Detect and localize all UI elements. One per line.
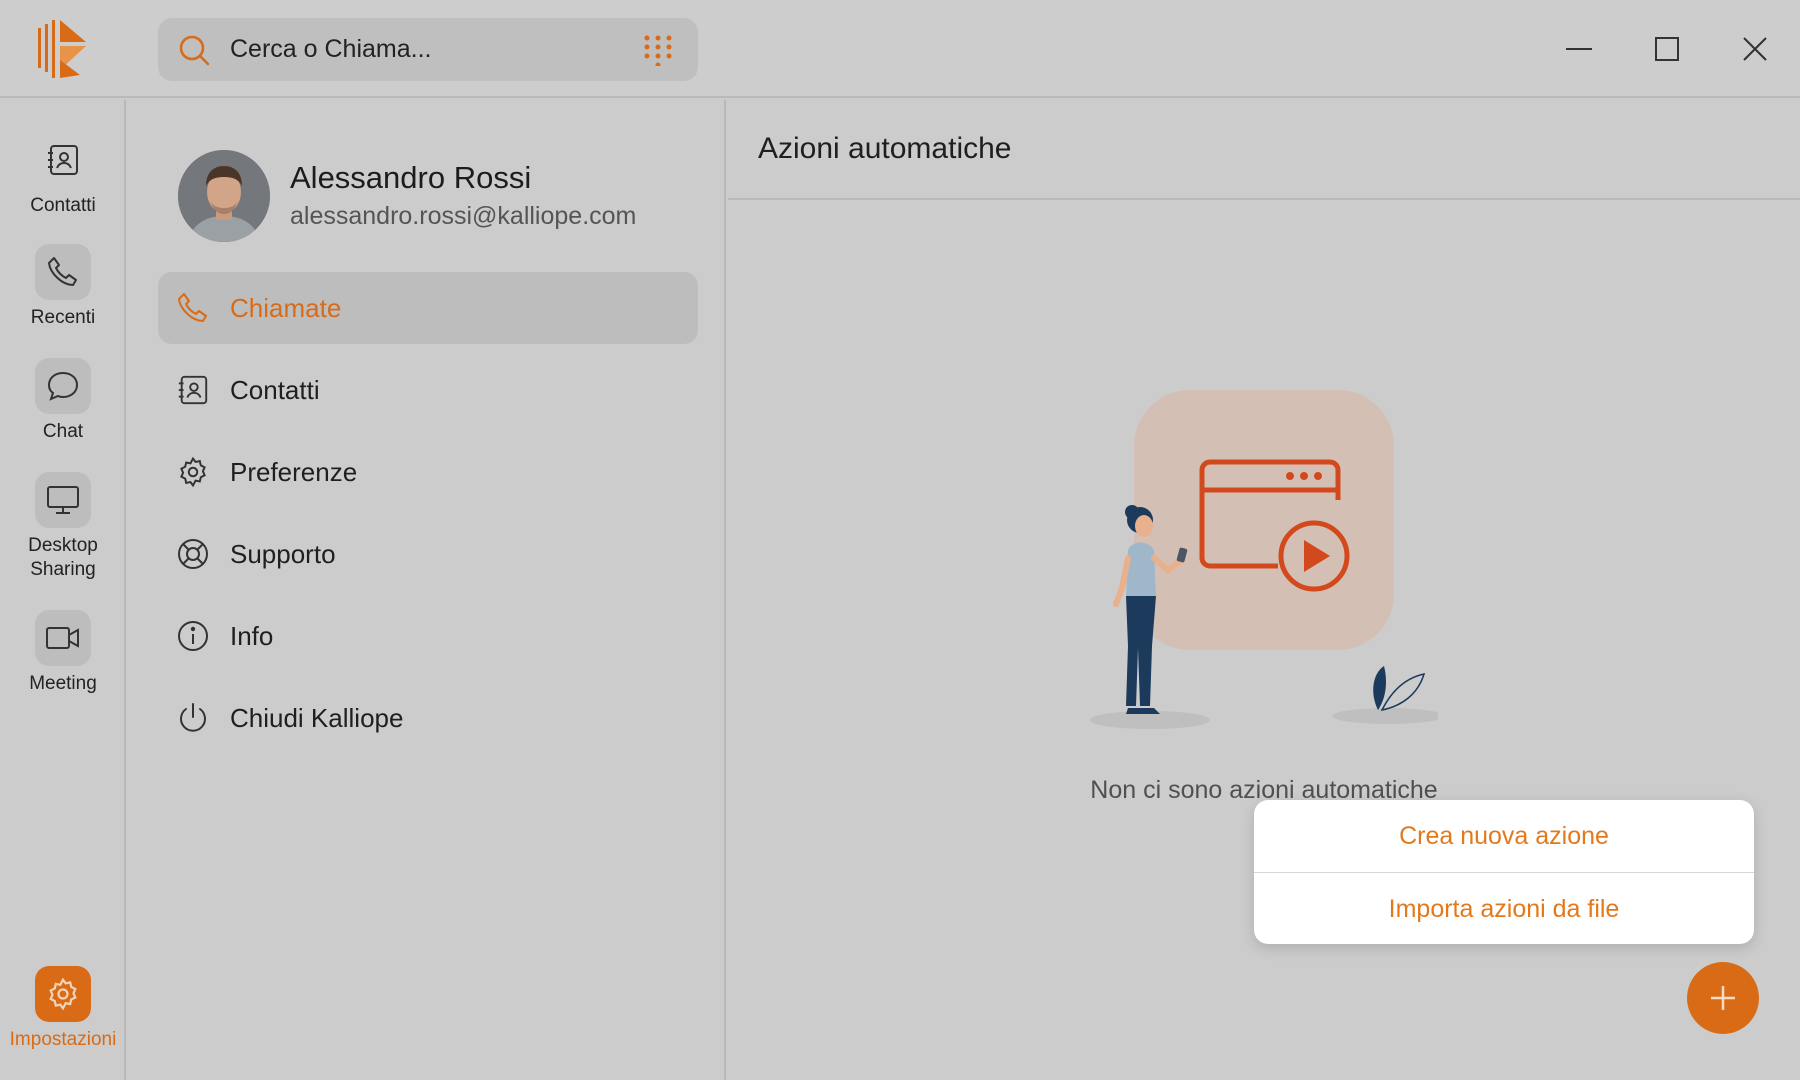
dialpad-icon[interactable]: [642, 34, 674, 68]
add-button[interactable]: [1687, 962, 1759, 1034]
minimize-icon: [1566, 48, 1592, 50]
phone-icon: [176, 291, 210, 325]
menu-item-label: Info: [230, 620, 274, 651]
title-bar: Cerca o Chiama...: [0, 0, 1800, 98]
rail-label: Chat: [42, 421, 84, 442]
search-bar[interactable]: Cerca o Chiama...: [158, 18, 698, 81]
rail-label: Impostazioni: [9, 1029, 117, 1050]
minimize-button[interactable]: [1556, 26, 1602, 72]
rail-item-chat[interactable]: Chat: [0, 358, 126, 444]
rail-item-impostazioni[interactable]: Impostazioni: [0, 966, 126, 1052]
maximize-icon: [1655, 37, 1679, 61]
settings-panel: Alessandro Rossi alessandro.rossi@kallio…: [128, 100, 726, 1080]
avatar[interactable]: [178, 150, 270, 242]
info-icon: [176, 619, 210, 653]
menu-item-chiudi-kalliope[interactable]: Chiudi Kalliope: [158, 682, 698, 754]
monitor-icon: [35, 472, 91, 528]
rail-label: Desktop Sharing: [28, 535, 98, 580]
gear-icon: [176, 455, 210, 489]
menu-item-label: Preferenze: [230, 456, 358, 487]
main-header: Azioni automatiche: [728, 100, 1800, 200]
create-action-button[interactable]: Crea nuova azione: [1254, 800, 1754, 872]
rail-label: Meeting: [29, 673, 97, 694]
chat-icon: [35, 358, 91, 414]
phone-icon: [35, 244, 91, 300]
rail-label: Contatti: [30, 195, 96, 216]
video-icon: [35, 610, 91, 666]
plus-icon: [1711, 986, 1735, 1010]
gear-icon: [35, 966, 91, 1022]
user-email: alessandro.rossi@kalliope.com: [290, 202, 637, 230]
close-icon: [1743, 37, 1767, 61]
search-input[interactable]: Cerca o Chiama...: [230, 18, 431, 81]
search-icon: [178, 34, 210, 66]
contacts-icon: [35, 132, 91, 188]
page-title: Azioni automatiche: [758, 132, 1012, 165]
menu-item-label: Supporto: [230, 538, 336, 569]
rail-item-recenti[interactable]: Recenti: [0, 244, 126, 330]
menu-item-contatti[interactable]: Contatti: [158, 354, 698, 426]
close-button[interactable]: [1732, 26, 1778, 72]
contacts-icon: [176, 373, 210, 407]
settings-menu: Chiamate Contatti Preferenze Supporto In: [158, 272, 698, 764]
maximize-button[interactable]: [1644, 26, 1690, 72]
add-action-popup: Crea nuova azione Importa azioni da file: [1254, 800, 1754, 944]
kalliope-logo-icon: [36, 20, 94, 78]
rail-item-desktop-sharing[interactable]: Desktop Sharing: [0, 472, 126, 582]
empty-state-illustration: [1078, 390, 1444, 730]
nav-rail: Contatti Recenti Chat Desktop Sharing Me…: [0, 100, 126, 1080]
power-icon: [176, 701, 210, 735]
user-name: Alessandro Rossi: [290, 160, 532, 195]
menu-item-label: Chiamate: [230, 292, 342, 323]
menu-item-label: Contatti: [230, 374, 320, 405]
rail-item-meeting[interactable]: Meeting: [0, 610, 126, 696]
menu-item-info[interactable]: Info: [158, 600, 698, 672]
menu-item-preferenze[interactable]: Preferenze: [158, 436, 698, 508]
rail-label: Recenti: [30, 307, 96, 328]
rail-item-contatti[interactable]: Contatti: [0, 132, 126, 218]
menu-item-supporto[interactable]: Supporto: [158, 518, 698, 590]
menu-item-label: Chiudi Kalliope: [230, 702, 404, 733]
import-actions-button[interactable]: Importa azioni da file: [1254, 872, 1754, 944]
menu-item-chiamate[interactable]: Chiamate: [158, 272, 698, 344]
lifebuoy-icon: [176, 537, 210, 571]
